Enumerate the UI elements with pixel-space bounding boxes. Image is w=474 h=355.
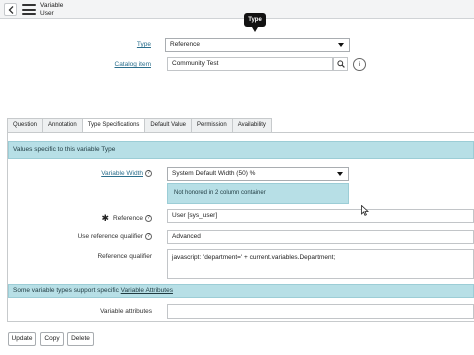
qualifier-label-wrap: Use reference qualifier? (70, 233, 152, 240)
variable-width-select[interactable]: System Default Width (50) % (167, 167, 349, 181)
caret-down-icon (338, 43, 344, 47)
catalog-item-label[interactable]: Catalog item (100, 61, 152, 68)
section-tabs: Question Annotation Type Specifications … (7, 118, 272, 133)
type-info-bar: Values specific to this variable Type (8, 141, 474, 159)
reference-input[interactable]: User [sys_user] (167, 209, 474, 223)
qualifier-label: Use reference qualifier (77, 233, 143, 241)
reference-qualifier-label: Reference qualifier (97, 253, 152, 260)
reference-label-wrap: ✱ Reference? (90, 213, 152, 224)
type-info-prefix: Values specific to this variable (13, 146, 102, 153)
variable-attributes-label: Variable attributes (100, 308, 152, 315)
attributes-info-prefix: Some variable types support specific (13, 287, 121, 294)
type-tooltip: Type (244, 13, 266, 32)
delete-button[interactable]: Delete (67, 332, 94, 346)
info-icon: i (358, 61, 361, 68)
info-button[interactable]: i (353, 58, 366, 71)
tab-annotation[interactable]: Annotation (42, 118, 83, 132)
help-icon[interactable]: ? (145, 170, 152, 177)
catalog-item-input[interactable]: Community Test (167, 57, 333, 71)
menu-icon[interactable] (22, 4, 36, 15)
variable-width-value: System Default Width (50) % (172, 170, 256, 177)
tab-type-specifications[interactable]: Type Specifications (81, 118, 146, 133)
caret-down-icon (337, 172, 343, 176)
catalog-item-lookup-button[interactable] (333, 57, 348, 71)
help-icon[interactable]: ? (145, 233, 152, 240)
tab-default-value[interactable]: Default Value (144, 118, 192, 132)
tab-permission[interactable]: Permission (191, 118, 233, 132)
mouse-cursor-icon (361, 205, 369, 216)
width-notice: Not honored in 2 column container (167, 183, 349, 204)
type-select-value: Reference (170, 41, 200, 48)
form-header: Variable User (0, 0, 474, 19)
page-title: Variable User (40, 2, 63, 17)
update-button[interactable]: Update (8, 332, 36, 346)
variable-attributes-link[interactable]: Variable Attributes (121, 287, 173, 294)
back-button[interactable] (4, 3, 17, 16)
page-title-line2: User (40, 9, 54, 17)
reference-qualifier-textarea[interactable]: javascript: 'department=' + current.vari… (167, 249, 474, 279)
tab-question[interactable]: Question (7, 118, 44, 132)
reference-label: Reference (113, 215, 143, 223)
type-label[interactable]: Type (110, 41, 151, 48)
type-info-type: Type (101, 146, 116, 153)
variable-attributes-input[interactable] (167, 304, 474, 319)
variable-width-label[interactable]: Variable Width (101, 170, 143, 177)
qualifier-select[interactable]: Advanced (167, 230, 474, 244)
variable-width-label-wrap: Variable Width? (90, 170, 152, 177)
chevron-left-icon (8, 5, 13, 14)
copy-button[interactable]: Copy (40, 332, 64, 346)
mandatory-icon: ✱ (101, 213, 109, 223)
page-title-line1: Variable (40, 2, 64, 9)
attributes-info-bar: Some variable types support specific Var… (8, 284, 474, 298)
tab-availability[interactable]: Availability (231, 118, 272, 132)
help-icon[interactable]: ? (145, 215, 152, 222)
type-select[interactable]: Reference (165, 38, 350, 52)
search-icon (336, 60, 345, 68)
